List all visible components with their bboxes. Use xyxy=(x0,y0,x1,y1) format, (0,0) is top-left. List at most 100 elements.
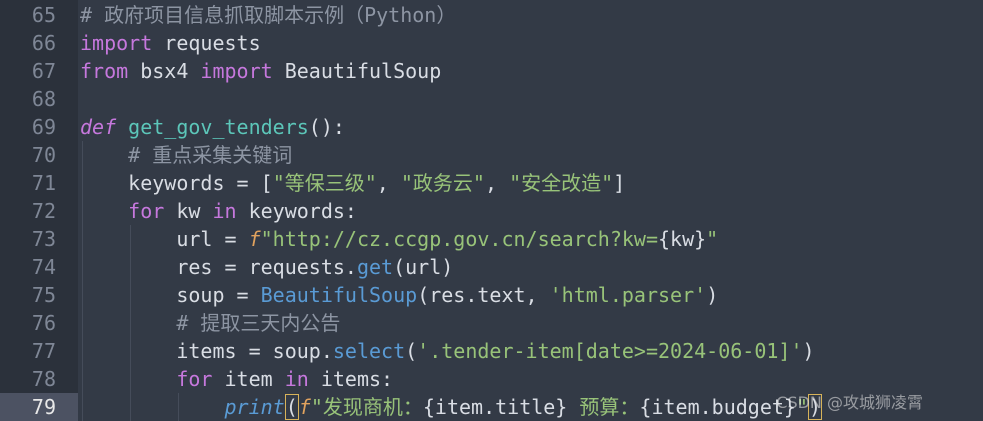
code-text: # 提取三天内公告 xyxy=(80,309,340,337)
code-token: res xyxy=(80,255,225,279)
code-token: for xyxy=(176,367,213,391)
code-text: for kw in keywords: xyxy=(80,197,357,225)
code-token: # 重点采集关键词 xyxy=(80,143,293,167)
code-token: keywords: xyxy=(236,199,357,223)
code-token: " xyxy=(706,227,719,251)
code-token: {item.title} xyxy=(422,395,568,419)
line-number: 67 xyxy=(31,59,56,83)
code-line[interactable]: 72 for kw in keywords: xyxy=(0,197,983,225)
line-number: 74 xyxy=(31,255,56,279)
code-token: "政务云" xyxy=(400,171,485,195)
code-token: import xyxy=(80,31,153,55)
code-token: ) xyxy=(802,339,815,363)
code-text: def get_gov_tenders(): xyxy=(80,113,345,141)
code-token: import xyxy=(200,59,273,83)
code-text: from bsx4 import BeautifulSoup xyxy=(80,57,441,85)
code-token: ) xyxy=(706,283,719,307)
code-token: kw xyxy=(164,199,213,223)
code-text: soup = BeautifulSoup(res.text, 'html.par… xyxy=(80,281,718,309)
code-token: get_gov_tenders xyxy=(128,115,309,139)
line-number: 68 xyxy=(31,87,56,111)
code-token: = xyxy=(236,171,249,195)
line-number: 77 xyxy=(31,339,56,363)
line-number: 65 xyxy=(31,3,56,27)
code-line[interactable]: 71 keywords = ["等保三级", "政务云", "安全改造"] xyxy=(0,169,983,197)
code-text: keywords = ["等保三级", "政务云", "安全改造"] xyxy=(80,169,625,197)
code-token: requests xyxy=(152,31,261,55)
line-number: 72 xyxy=(31,199,56,223)
code-token: soup. xyxy=(260,339,333,363)
code-token: "发现商机： xyxy=(310,395,423,419)
code-token: requests. xyxy=(236,255,357,279)
code-line[interactable]: 70 # 重点采集关键词 xyxy=(0,141,983,169)
code-token: , xyxy=(376,171,401,195)
code-text: import requests xyxy=(80,29,261,57)
code-token: (): xyxy=(308,115,345,139)
code-token: items xyxy=(80,339,249,363)
code-token: '.tender-item[date>=2024-06-01]' xyxy=(417,339,803,363)
code-token: item xyxy=(212,367,285,391)
line-number: 76 xyxy=(31,311,56,335)
code-line[interactable]: 74 res = requests.get(url) xyxy=(0,253,983,281)
code-token: get xyxy=(356,255,394,279)
code-token: in xyxy=(284,367,309,391)
watermark: CSDN @攻城狮凌霄 xyxy=(776,393,923,412)
code-token: 'html.parser' xyxy=(549,283,707,307)
code-token: "安全改造" xyxy=(509,171,614,195)
line-number: 75 xyxy=(31,283,56,307)
code-text: print(f"发现商机：{item.title} 预算：{item.budge… xyxy=(80,393,823,421)
code-token: f xyxy=(248,227,261,251)
code-line[interactable]: 68 xyxy=(0,85,983,113)
code-token: ] xyxy=(613,171,626,195)
code-line[interactable]: 66 import requests xyxy=(0,29,983,57)
code-token: items: xyxy=(308,367,394,391)
code-line[interactable]: 69 def get_gov_tenders(): xyxy=(0,113,983,141)
code-text: for item in items: xyxy=(80,365,393,393)
line-number: 66 xyxy=(31,31,56,55)
code-token: {item.budget} xyxy=(639,395,796,419)
code-token: (url) xyxy=(393,255,454,279)
code-token: "http://cz.ccgp.gov.cn/search?kw= xyxy=(260,227,658,251)
code-token: = xyxy=(224,255,237,279)
code-token: def xyxy=(80,115,117,139)
code-token: select xyxy=(332,339,406,363)
code-token: print xyxy=(224,395,285,419)
code-token: keywords xyxy=(80,171,237,195)
bracket-match-highlight: ( xyxy=(284,394,299,420)
code-line[interactable]: 76 # 提取三天内公告 xyxy=(0,309,983,337)
code-token: = xyxy=(224,227,237,251)
code-token: soup xyxy=(80,283,237,307)
code-token: for xyxy=(128,199,165,223)
code-token: f xyxy=(298,395,311,419)
code-token: bsx4 xyxy=(128,59,201,83)
line-number: 71 xyxy=(31,171,56,195)
code-token: = xyxy=(236,283,249,307)
code-line[interactable]: 73 url = f"http://cz.ccgp.gov.cn/search?… xyxy=(0,225,983,253)
code-line[interactable]: 75 soup = BeautifulSoup(res.text, 'html.… xyxy=(0,281,983,309)
code-token: # 政府项目信息抓取脚本示例（Python） xyxy=(80,3,457,27)
code-token: {kw} xyxy=(658,227,707,251)
code-token: url xyxy=(80,227,225,251)
code-text: # 政府项目信息抓取脚本示例（Python） xyxy=(80,1,456,29)
code-text: # 重点采集关键词 xyxy=(80,141,292,169)
line-number: 70 xyxy=(31,143,56,167)
code-token: (res.text, xyxy=(417,283,550,307)
line-number: 69 xyxy=(31,115,56,139)
code-line[interactable]: 67 from bsx4 import BeautifulSoup xyxy=(0,57,983,85)
code-editor[interactable]: 65 # 政府项目信息抓取脚本示例（Python） 66 import request… xyxy=(0,0,983,421)
line-number: 79 xyxy=(31,395,56,419)
line-number: 73 xyxy=(31,227,56,251)
code-line[interactable]: 65 # 政府项目信息抓取脚本示例（Python） xyxy=(0,1,983,29)
code-text: items = soup.select('.tender-item[date>=… xyxy=(80,337,815,365)
code-token: BeautifulSoup xyxy=(272,59,442,83)
code-text: url = f"http://cz.ccgp.gov.cn/search?kw=… xyxy=(80,225,718,253)
code-token: 预算： xyxy=(567,395,640,419)
code-line[interactable]: 77 items = soup.select('.tender-item[dat… xyxy=(0,337,983,365)
code-token: in xyxy=(212,199,237,223)
code-token: from xyxy=(80,59,129,83)
line-number: 78 xyxy=(31,367,56,391)
